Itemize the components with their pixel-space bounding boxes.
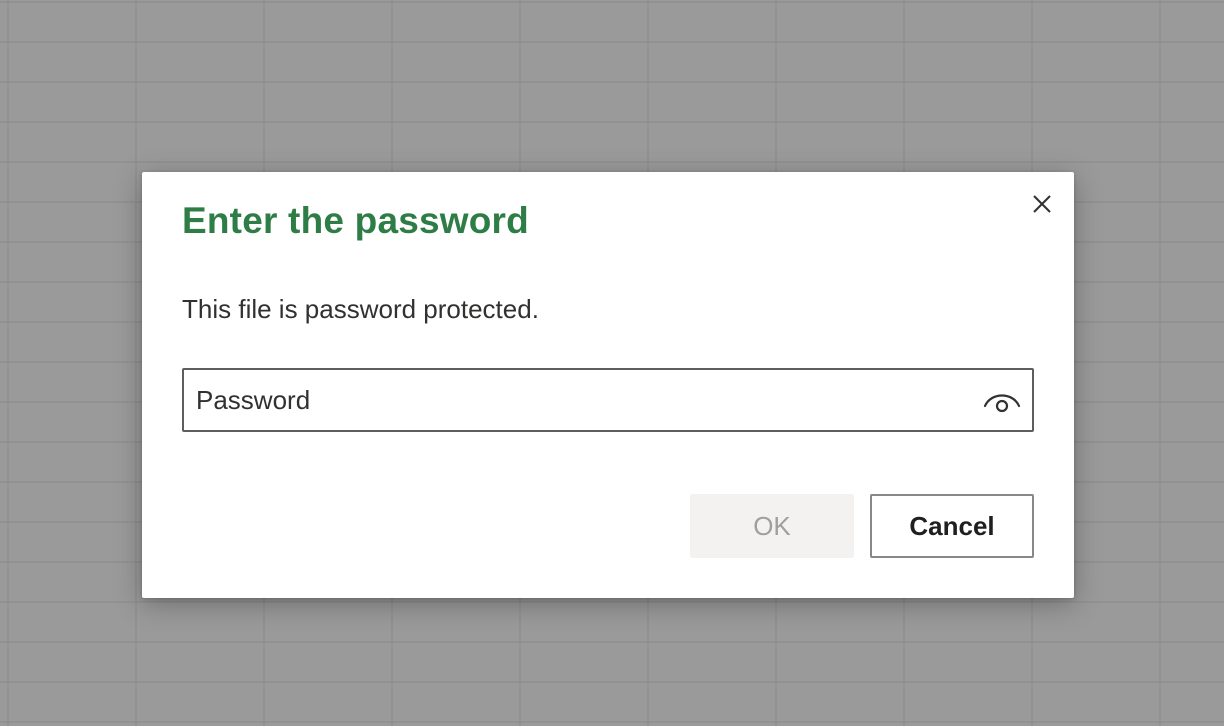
password-field	[182, 368, 1034, 432]
eye-icon	[983, 394, 1021, 413]
password-dialog: Enter the password This file is password…	[142, 172, 1074, 598]
close-button[interactable]	[1024, 186, 1060, 222]
reveal-password-button[interactable]	[972, 370, 1032, 430]
cancel-button[interactable]: Cancel	[870, 494, 1034, 558]
dialog-title: Enter the password	[182, 200, 529, 241]
ok-button[interactable]: OK	[690, 494, 854, 558]
close-icon	[1033, 195, 1051, 213]
password-input[interactable]	[184, 370, 972, 430]
dialog-message: This file is password protected.	[182, 294, 539, 324]
